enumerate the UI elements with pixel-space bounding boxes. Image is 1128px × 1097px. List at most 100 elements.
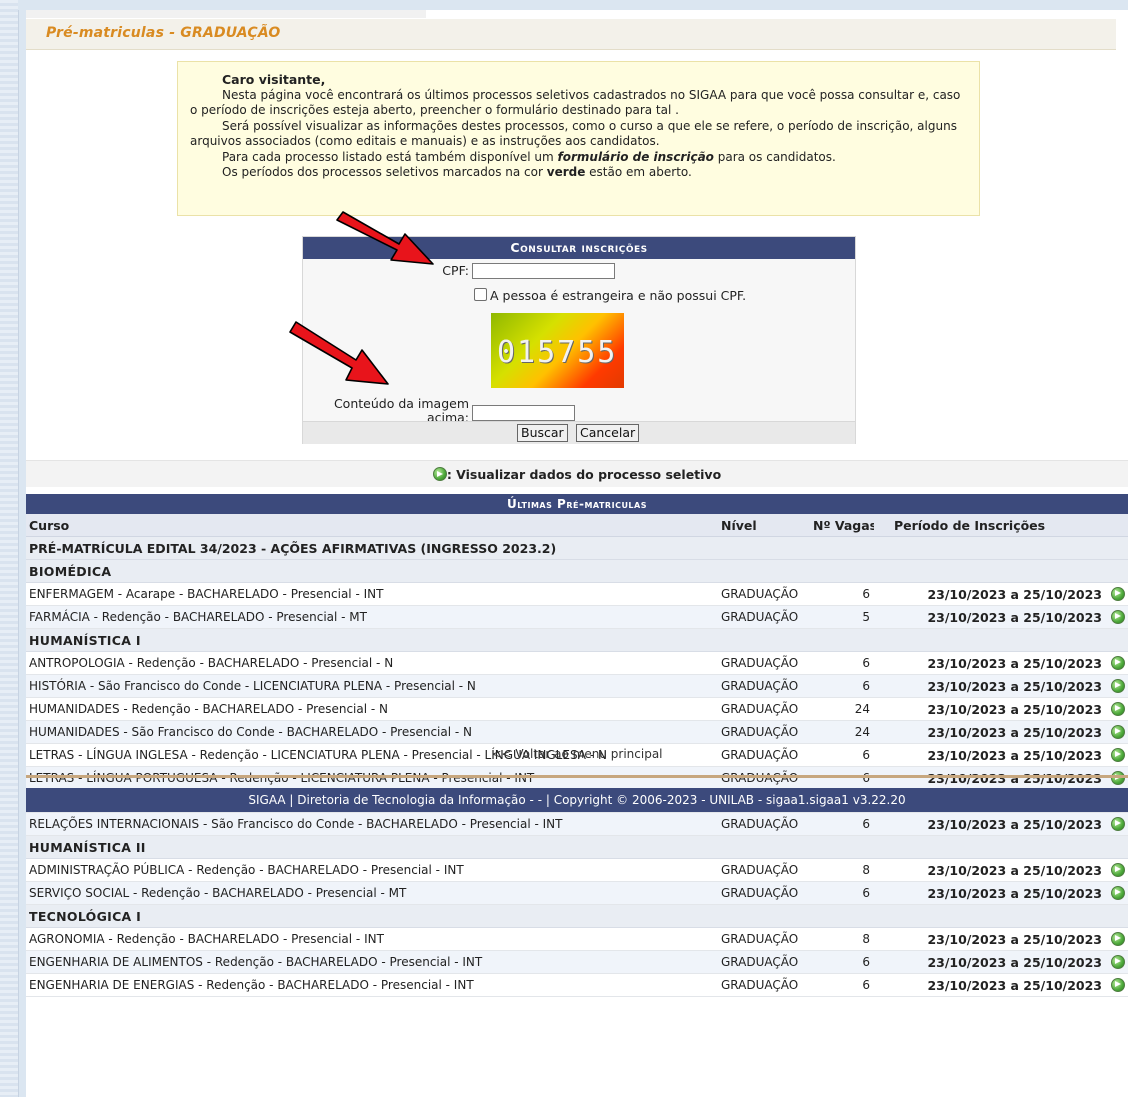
cancel-button[interactable]: Cancelar [576, 424, 640, 442]
view-process-button[interactable] [1104, 858, 1128, 882]
view-process-button[interactable] [1104, 651, 1128, 675]
table-row: HUMANIDADES - Redenção - BACHARELADO - P… [26, 697, 1128, 721]
group-name: HUMANÍSTICA II [26, 835, 1128, 859]
course-cell: ENFERMAGEM - Acarape - BACHARELADO - Pre… [26, 582, 718, 606]
legend-bar: : Visualizar dados do processo seletivo [26, 460, 1128, 487]
go-arrow-icon[interactable] [1110, 816, 1125, 831]
period-cell: 23/10/2023 a 25/10/2023 [874, 720, 1104, 744]
course-cell: ADMINISTRAÇÃO PÚBLICA - Redenção - BACHA… [26, 858, 718, 882]
view-process-button[interactable] [1104, 697, 1128, 721]
group-row: HUMANÍSTICA I [26, 628, 1128, 652]
top-frame-edge [18, 0, 1128, 10]
go-arrow-icon[interactable] [1110, 954, 1125, 969]
notice-greeting: Caro visitante, [222, 72, 326, 87]
table-row: HUMANIDADES - São Francisco do Conde - B… [26, 720, 1128, 744]
captcha-text: 015755 [497, 335, 618, 370]
period-cell: 23/10/2023 a 25/10/2023 [874, 812, 1104, 836]
group-row: BIOMÉDICA [26, 559, 1128, 583]
edital-title: PRÉ-MATRÍCULA EDITAL 34/2023 - AÇÕES AFI… [26, 536, 1128, 560]
go-arrow-icon[interactable] [1110, 977, 1125, 992]
edital-row: PRÉ-MATRÍCULA EDITAL 34/2023 - AÇÕES AFI… [26, 536, 1128, 560]
level-cell: GRADUAÇÃO [718, 950, 810, 974]
table-row: ANTROPOLOGIA - Redenção - BACHARELADO - … [26, 651, 1128, 675]
go-arrow-icon[interactable] [1110, 701, 1125, 716]
foreign-label: A pessoa é estrangeira e não possui CPF. [490, 288, 747, 303]
period-cell: 23/10/2023 a 25/10/2023 [874, 858, 1104, 882]
vacancies-cell: 8 [810, 858, 874, 882]
go-arrow-icon[interactable] [1110, 724, 1125, 739]
view-process-button[interactable] [1104, 881, 1128, 905]
vacancies-cell: 6 [810, 674, 874, 698]
view-process-button[interactable] [1104, 674, 1128, 698]
vacancies-cell: 6 [810, 582, 874, 606]
go-arrow-icon[interactable] [1110, 931, 1125, 946]
left-frame-edge [0, 0, 19, 1097]
group-row: TECNOLÓGICA I [26, 904, 1128, 928]
period-cell: 23/10/2023 a 25/10/2023 [874, 674, 1104, 698]
course-cell: ENGENHARIA DE ENERGIAS - Redenção - BACH… [26, 973, 718, 997]
footer-divider [26, 775, 1128, 778]
period-cell: 23/10/2023 a 25/10/2023 [874, 766, 1104, 790]
search-button[interactable]: Buscar [517, 424, 568, 442]
course-cell: ENGENHARIA DE ALIMENTOS - Redenção - BAC… [26, 950, 718, 974]
level-cell: GRADUAÇÃO [718, 720, 810, 744]
go-arrow-icon[interactable] [1110, 885, 1125, 900]
notice-p4-tail: estão em aberto. [585, 165, 692, 179]
vacancies-cell: 5 [810, 605, 874, 629]
course-cell: HUMANIDADES - São Francisco do Conde - B… [26, 720, 718, 744]
level-cell: GRADUAÇÃO [718, 674, 810, 698]
col-vagas: Nº Vagas [810, 514, 874, 537]
view-process-button[interactable] [1104, 812, 1128, 836]
go-arrow-icon[interactable] [1110, 609, 1125, 624]
foreign-checkbox[interactable] [474, 288, 487, 301]
group-name: HUMANÍSTICA I [26, 628, 1128, 652]
col-curso: Curso [26, 514, 718, 537]
period-cell: 23/10/2023 a 25/10/2023 [874, 697, 1104, 721]
view-process-button[interactable] [1104, 927, 1128, 951]
vacancies-cell: 6 [810, 812, 874, 836]
view-process-button[interactable] [1104, 950, 1128, 974]
period-cell: 23/10/2023 a 25/10/2023 [874, 881, 1104, 905]
period-cell: 23/10/2023 a 25/10/2023 [874, 950, 1104, 974]
group-name: BIOMÉDICA [26, 559, 1128, 583]
course-cell: RELAÇÕES INTERNACIONAIS - São Francisco … [26, 812, 718, 836]
go-arrow-icon[interactable] [1110, 586, 1125, 601]
view-process-button[interactable] [1104, 766, 1128, 790]
breadcrumb: Pré-matriculas - GRADUAÇÃO [46, 25, 281, 41]
level-cell: GRADUAÇÃO [718, 651, 810, 675]
view-process-button[interactable] [1104, 605, 1128, 629]
legend: : Visualizar dados do processo seletivo [26, 467, 1128, 482]
group-row: HUMANÍSTICA II [26, 835, 1128, 859]
view-process-button[interactable] [1104, 973, 1128, 997]
go-arrow-icon[interactable] [1110, 678, 1125, 693]
captcha-image: 015755 [491, 313, 624, 388]
period-cell: 23/10/2023 a 25/10/2023 [874, 973, 1104, 997]
legend-text: : Visualizar dados do processo seletivo [446, 467, 722, 482]
vacancies-cell: 6 [810, 950, 874, 974]
level-cell: GRADUAÇÃO [718, 973, 810, 997]
col-action [1104, 514, 1128, 537]
table-row: ENFERMAGEM - Acarape - BACHARELADO - Pre… [26, 582, 1128, 606]
course-cell: AGRONOMIA - Redenção - BACHARELADO - Pre… [26, 927, 718, 951]
top-stub [26, 10, 426, 18]
col-periodo: Período de Inscrições [874, 514, 1104, 537]
view-process-button[interactable] [1104, 720, 1128, 744]
notice-paragraph-2: Será possível visualizar as informações … [190, 118, 957, 149]
view-process-button[interactable] [1104, 582, 1128, 606]
go-arrow-icon[interactable] [1110, 655, 1125, 670]
vacancies-cell: 6 [810, 973, 874, 997]
notice-p4-text: Os períodos dos processos seletivos marc… [222, 165, 547, 179]
pre-enrollment-table: Últimas Pré-matriculas Curso Nível Nº Va… [26, 494, 1128, 997]
table-row: SERVIÇO SOCIAL - Redenção - BACHARELADO … [26, 881, 1128, 905]
course-cell: LETRAS - LÍNGUA PORTUGUESA - Redenção - … [26, 766, 718, 790]
table-row: RELAÇÕES INTERNACIONAIS - São Francisco … [26, 812, 1128, 836]
level-cell: GRADUAÇÃO [718, 582, 810, 606]
breadcrumb-bar: Pré-matriculas - GRADUAÇÃO [26, 19, 1116, 50]
cpf-input[interactable] [472, 263, 615, 279]
level-cell: GRADUAÇÃO [718, 881, 810, 905]
notice-p3-text: Para cada processo listado está também d… [222, 149, 558, 164]
back-to-menu-link[interactable]: << Voltar ao menu principal [26, 747, 1128, 761]
footer: SIGAA | Diretoria de Tecnologia da Infor… [26, 788, 1128, 812]
captcha-input[interactable] [472, 405, 575, 421]
go-arrow-icon[interactable] [1110, 862, 1125, 877]
